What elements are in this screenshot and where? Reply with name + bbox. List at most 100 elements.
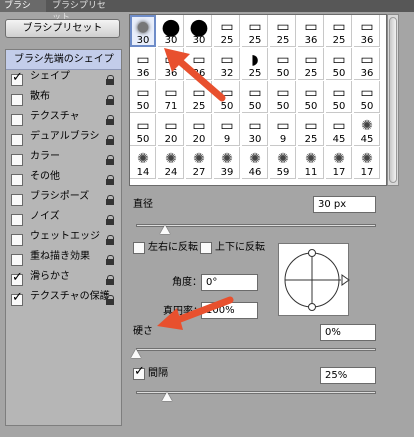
- tab-brush[interactable]: ブラシ: [0, 0, 46, 12]
- brush-tip-cell[interactable]: ▭36: [298, 15, 324, 47]
- brush-tip-cell[interactable]: ✺ 17: [354, 147, 380, 179]
- brush-grid-scrollbar[interactable]: [387, 14, 399, 186]
- brush-size-label: 9: [279, 134, 287, 145]
- brush-tip-cell[interactable]: ✺ 59: [270, 147, 296, 179]
- spacing-checkbox[interactable]: ✓: [133, 365, 145, 380]
- sidebar-checkbox[interactable]: [11, 174, 23, 186]
- brush-tip-cell[interactable]: ● 30: [158, 15, 184, 47]
- sidebar-checkbox[interactable]: ✓: [11, 71, 23, 86]
- brush-tip-cell[interactable]: ▭ 30: [242, 114, 268, 146]
- brush-tip-cell[interactable]: ▭ 25: [270, 15, 296, 47]
- sidebar-item[interactable]: その他: [6, 170, 121, 190]
- sidebar-item-brush-tip-shape[interactable]: ブラシ先端のシェイプ: [6, 50, 121, 70]
- lock-icon[interactable]: [106, 255, 115, 266]
- tab-brush-presets[interactable]: ブラシプリセット: [48, 0, 110, 23]
- hardness-slider-thumb[interactable]: [131, 349, 141, 358]
- sidebar-item[interactable]: ✓ シェイプ: [6, 70, 121, 90]
- lock-icon[interactable]: [106, 195, 115, 206]
- brush-presets-button[interactable]: ブラシプリセット: [5, 19, 120, 38]
- sidebar-checkbox[interactable]: [11, 234, 23, 246]
- angle-roundness-preview[interactable]: [278, 243, 350, 316]
- brush-tip-cell[interactable]: ▭ 25: [242, 15, 268, 47]
- brush-tip-cell[interactable]: ✺ 46: [242, 147, 268, 179]
- brush-tip-cell[interactable]: ✺ 11: [298, 147, 324, 179]
- brush-tip-cell[interactable]: ▭ 25: [298, 48, 324, 80]
- brush-tip-cell[interactable]: ▭ 50: [270, 81, 296, 113]
- lock-icon[interactable]: [106, 75, 115, 86]
- brush-tip-cell[interactable]: ▭ 20: [158, 114, 184, 146]
- sidebar-checkbox[interactable]: [11, 94, 23, 106]
- brush-tip-cell[interactable]: ✺ 24: [158, 147, 184, 179]
- brush-tip-cell[interactable]: ▭ 25: [298, 114, 324, 146]
- sidebar-item[interactable]: ✓ 滑らかさ: [6, 270, 121, 290]
- brush-tip-cell[interactable]: ▭36: [130, 48, 156, 80]
- lock-icon[interactable]: [106, 115, 115, 126]
- brush-tip-cell[interactable]: ▭ 50: [326, 48, 352, 80]
- brush-tip-cell[interactable]: ◗ 25: [242, 48, 268, 80]
- brush-tip-cell[interactable]: ▭36: [354, 15, 380, 47]
- brush-tip-cell[interactable]: ▭ 50: [326, 81, 352, 113]
- spacing-slider-thumb[interactable]: [162, 392, 173, 401]
- spacing-field[interactable]: 25%: [320, 367, 376, 384]
- brush-tip-cell[interactable]: ✺ 45: [354, 114, 380, 146]
- diameter-slider-thumb[interactable]: [159, 225, 170, 234]
- brush-size-label: 25: [304, 134, 318, 145]
- flip-y-checkbox[interactable]: [200, 242, 212, 254]
- sidebar-item[interactable]: カラー: [6, 150, 121, 170]
- sidebar-checkbox[interactable]: [11, 214, 23, 226]
- brush-tip-cell[interactable]: ▭ 25: [214, 15, 240, 47]
- sidebar-item[interactable]: 重ね描き効果: [6, 250, 121, 270]
- lock-icon[interactable]: [106, 95, 115, 106]
- brush-tip-cell[interactable]: ▭ 9: [214, 114, 240, 146]
- sidebar-checkbox[interactable]: [11, 194, 23, 206]
- brush-tip-cell[interactable]: ▭ 50: [270, 48, 296, 80]
- brush-tip-cell[interactable]: ▭ 50: [130, 81, 156, 113]
- sidebar-checkbox[interactable]: [11, 114, 23, 126]
- angle-field[interactable]: 0°: [201, 274, 258, 291]
- brush-tip-cell[interactable]: ▭ 25: [326, 15, 352, 47]
- sidebar-item[interactable]: テクスチャ: [6, 110, 121, 130]
- brush-tip-cell[interactable]: ▭ 50: [354, 81, 380, 113]
- sidebar-item-label: 散布: [30, 91, 50, 102]
- scrollbar-thumb[interactable]: [389, 17, 397, 183]
- sidebar-item[interactable]: 散布: [6, 90, 121, 110]
- diameter-slider-track[interactable]: [136, 224, 376, 227]
- lock-icon[interactable]: [106, 215, 115, 226]
- brush-tip-cell[interactable]: ✺ 17: [326, 147, 352, 179]
- brush-size-label: 36: [360, 68, 374, 79]
- sidebar-item[interactable]: ✓ テクスチャの保護: [6, 290, 121, 310]
- lock-icon[interactable]: [106, 175, 115, 186]
- diameter-field[interactable]: 30 px: [313, 196, 376, 213]
- brush-tip-cell[interactable]: ▭ 50: [298, 81, 324, 113]
- brush-tip-cell[interactable]: ✺ 39: [214, 147, 240, 179]
- brush-tip-cell[interactable]: ▭ 50: [242, 81, 268, 113]
- brush-tip-cell[interactable]: ▭ 9: [270, 114, 296, 146]
- lock-icon[interactable]: [106, 275, 115, 286]
- sidebar-item[interactable]: ノイズ: [6, 210, 121, 230]
- brush-size-label: 50: [360, 101, 374, 112]
- sidebar-checkbox[interactable]: [11, 134, 23, 146]
- sidebar-item[interactable]: デュアルブラシ: [6, 130, 121, 150]
- lock-icon[interactable]: [106, 235, 115, 246]
- sidebar-checkbox[interactable]: ✓: [11, 291, 23, 306]
- brush-tip-cell[interactable]: ● 30: [130, 15, 156, 47]
- sidebar-item[interactable]: ウェットエッジ: [6, 230, 121, 250]
- brush-tip-cell[interactable]: ● 30: [186, 15, 212, 47]
- sidebar-checkbox[interactable]: [11, 254, 23, 266]
- lock-icon[interactable]: [106, 135, 115, 146]
- lock-icon[interactable]: [106, 155, 115, 166]
- brush-tip-cell[interactable]: ✺ 27: [186, 147, 212, 179]
- sidebar-item[interactable]: ブラシポーズ: [6, 190, 121, 210]
- sidebar-checkbox[interactable]: [11, 154, 23, 166]
- sidebar-checkbox[interactable]: ✓: [11, 271, 23, 286]
- hardness-slider-track[interactable]: [136, 348, 376, 351]
- brush-size-label: 30: [136, 35, 150, 46]
- flip-x-checkbox[interactable]: [133, 242, 145, 254]
- brush-tip-cell[interactable]: ▭ 45: [326, 114, 352, 146]
- lock-icon[interactable]: [106, 295, 115, 306]
- brush-tip-cell[interactable]: ✺ 14: [130, 147, 156, 179]
- brush-tip-cell[interactable]: ▭36: [354, 48, 380, 80]
- hardness-field[interactable]: 0%: [320, 324, 376, 341]
- brush-tip-cell[interactable]: ▭ 20: [186, 114, 212, 146]
- brush-tip-cell[interactable]: ▭ 50: [130, 114, 156, 146]
